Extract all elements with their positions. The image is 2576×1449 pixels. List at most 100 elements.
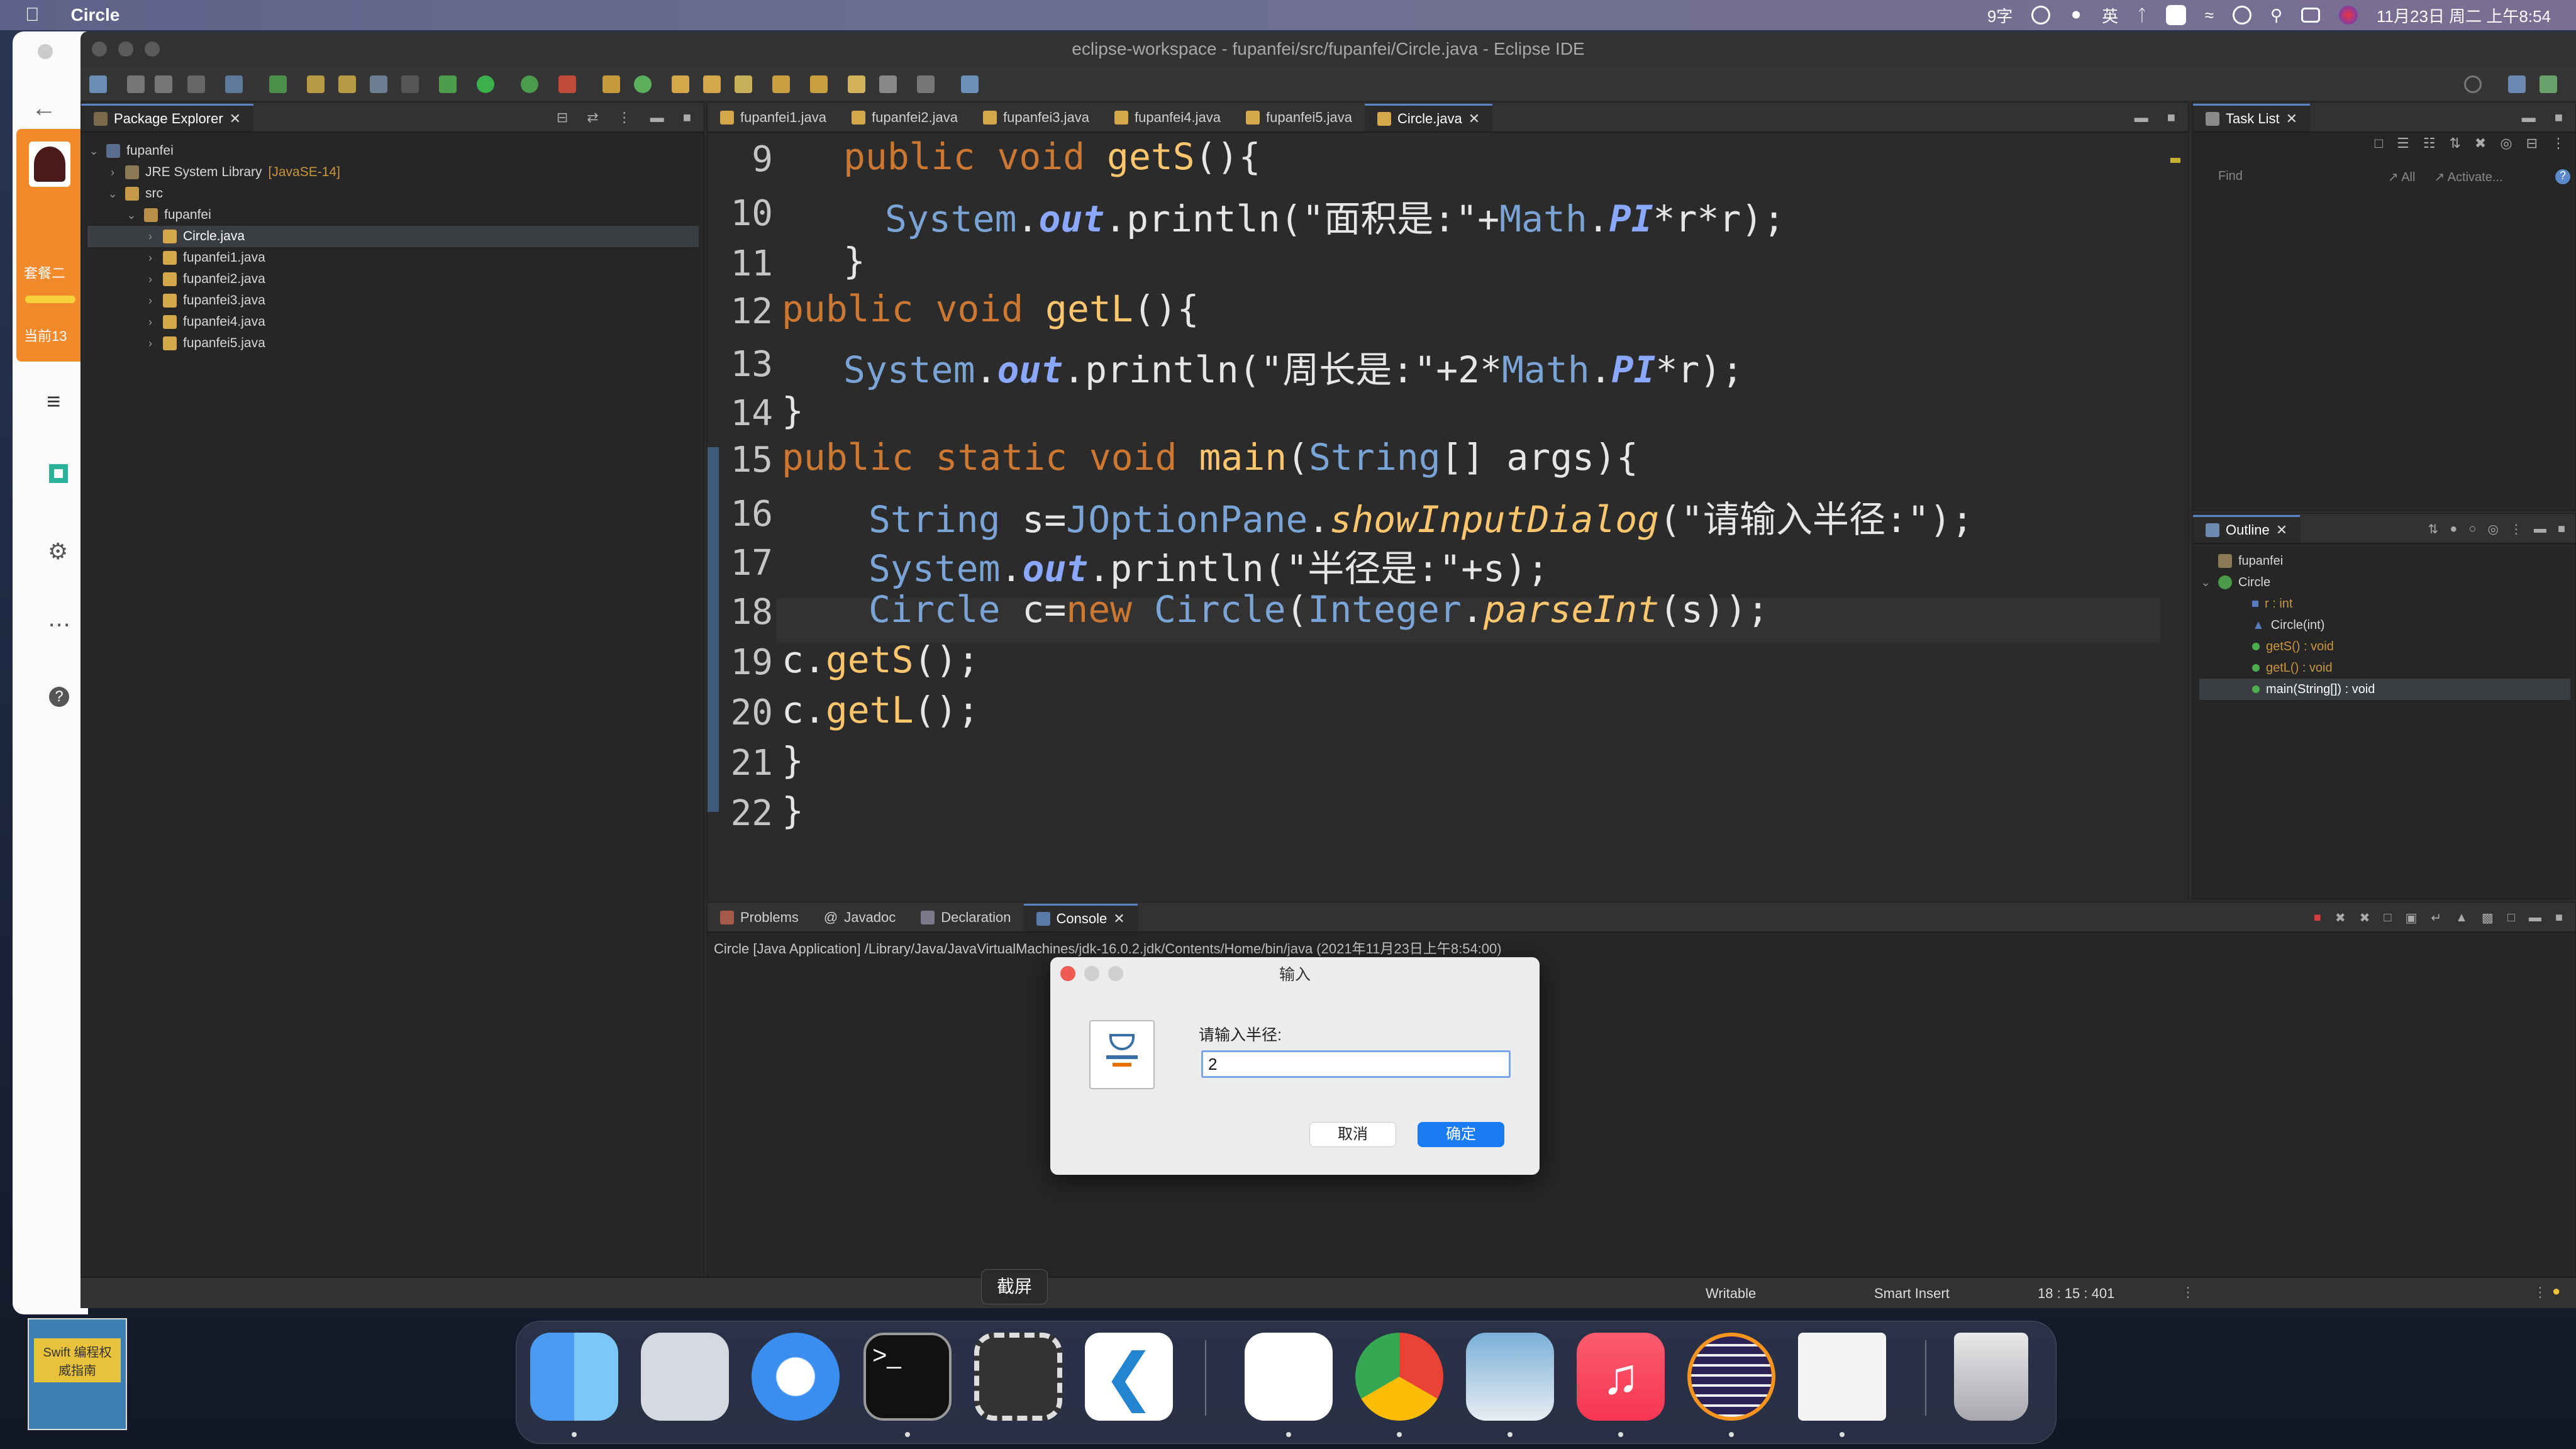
input-status[interactable]: 9字 [1987,4,2012,27]
tencent-meeting-icon[interactable] [1245,1333,1333,1421]
tab-task-list[interactable]: Task List ✕ [2193,104,2311,131]
tab-package-explorer[interactable]: Package Explorer ✕ [81,104,254,131]
vscode-icon[interactable]: ❮ [1085,1333,1173,1421]
chevron-down-icon[interactable]: ⌄ [125,209,138,222]
maximize-view-icon[interactable]: ■ [683,109,691,126]
settings-icon[interactable]: ⚙ [48,538,68,565]
layout-icon[interactable] [370,75,387,93]
trash-icon[interactable] [1954,1333,2028,1421]
chevron-right-icon[interactable]: › [144,316,157,329]
console-output[interactable]: Circle [Java Application] /Library/Java/… [708,933,2575,1276]
tree-file-fupanfei3[interactable]: › fupanfei3.java [87,290,699,311]
maximize-view-icon[interactable]: ■ [2555,911,2563,925]
save-icon[interactable] [127,75,145,93]
debug-run-icon[interactable] [439,75,457,93]
launchpad-icon[interactable] [641,1333,729,1421]
minimize-view-icon[interactable]: ▬ [650,109,664,126]
save-all-icon[interactable] [155,75,172,93]
outline-method-gets[interactable]: getS() : void [2199,636,2570,657]
active-app-name[interactable]: Circle [71,5,120,25]
chevron-right-icon[interactable]: › [144,230,157,243]
view-menu-icon[interactable]: ⋮ [2551,135,2565,160]
tree-src-folder[interactable]: ⌄ src [87,183,699,204]
bluetooth-icon[interactable]: ᛏ [2137,6,2147,25]
close-tab-icon[interactable]: ✕ [1468,111,1480,127]
minimize-view-icon[interactable]: ▬ [2529,911,2541,925]
tab-fupanfei3[interactable]: fupanfei3.java [970,104,1102,131]
debug-icon[interactable] [269,75,287,93]
prev-annotation-icon[interactable] [810,75,828,93]
close-tab-icon[interactable]: ✕ [230,111,241,127]
activate-link[interactable]: ↗ Activate... [2434,169,2502,185]
code-editor[interactable]: 9 10 11 12 13 14 15 16 17 18 19 20 21 22… [708,133,2188,913]
search-toolbar-icon[interactable] [225,75,243,93]
back-icon[interactable] [848,75,865,93]
close-tab-icon[interactable]: ✕ [2286,111,2297,127]
tab-declaration[interactable]: Declaration [908,904,1023,931]
help-icon[interactable]: ? [2555,169,2570,184]
safari-icon[interactable] [752,1333,840,1421]
schedule-icon[interactable]: ☷ [2423,135,2436,160]
terminate-icon[interactable]: ■ [2314,911,2321,925]
eclipse-icon[interactable] [1687,1333,1775,1421]
status-menu-icon[interactable]: ⋮ [2181,1284,2195,1301]
remove-all-icon[interactable]: ✖ [2360,910,2370,926]
tree-jre-library[interactable]: › JRE System Library [JavaSE-14] [87,162,699,183]
microphone-icon[interactable]: ⚫ [2069,6,2083,25]
open-type-icon[interactable] [703,75,721,93]
pin-console-icon[interactable]: ▲ [2455,911,2468,925]
hide-fields-icon[interactable]: ● [2450,522,2457,536]
ok-button[interactable]: 确定 [1418,1122,1504,1147]
view-menu-icon[interactable]: ⋮ [618,109,631,126]
desktop-book-thumbnail[interactable]: Swift 编程权威指南 [28,1318,127,1430]
open-perspective-icon[interactable] [2508,75,2526,93]
new-icon[interactable] [89,75,107,93]
filter-icon[interactable]: ≡ [47,389,60,416]
collapse-all-icon[interactable]: ⊟ [557,109,568,126]
outline-method-getl[interactable]: getL() : void [2199,657,2570,679]
java-perspective-icon[interactable] [2540,75,2557,93]
display-console-icon[interactable]: ▩ [2482,910,2494,926]
input-language[interactable]: 英 [2102,4,2118,27]
tip-bulb-icon[interactable]: ● [2552,1283,2560,1299]
tab-fupanfei5[interactable]: fupanfei5.java [1233,104,1365,131]
radius-input[interactable]: 2 [1201,1050,1511,1078]
new-java-class-icon[interactable] [602,75,620,93]
pin-editor-icon[interactable] [961,75,979,93]
chevron-right-icon[interactable]: › [144,337,157,350]
back-nav-icon[interactable] [879,75,897,93]
pen-icon[interactable] [307,75,325,93]
status-menu-icon[interactable]: ⋮ [2533,1284,2547,1301]
new-task-icon[interactable]: □ [2375,135,2383,160]
cancel-button[interactable]: 取消 [1309,1122,1396,1147]
search-icon[interactable] [2464,75,2482,93]
run-icon[interactable] [477,75,494,93]
collapse-icon[interactable]: ⊟ [2526,135,2538,160]
sync-task-icon[interactable]: ⇅ [2449,135,2460,160]
close-tab-icon[interactable]: ✕ [1113,911,1124,927]
tab-circle[interactable]: Circle.java ✕ [1365,104,1493,131]
sort-icon[interactable]: ⇅ [2428,521,2439,537]
wifi-icon[interactable]: ≈ [2205,6,2214,25]
link-editor-icon[interactable]: ⇄ [587,109,598,126]
chevron-right-icon[interactable]: › [144,252,157,265]
outline-field[interactable]: r : int [2199,593,2570,614]
help-icon[interactable]: ? [49,687,69,707]
outline-class[interactable]: ⌄ Circle [2199,572,2570,593]
control-center-icon[interactable] [2301,8,2321,23]
chevron-right-icon[interactable]: › [144,273,157,286]
chevron-right-icon[interactable]: › [106,166,119,179]
maximize-view-icon[interactable]: ■ [2167,109,2175,126]
tree-file-fupanfei5[interactable]: › fupanfei5.java [87,333,699,354]
tab-fupanfei4[interactable]: fupanfei4.java [1102,104,1233,131]
outline-method-main[interactable]: main(String[]) : void [2199,679,2570,700]
tree-file-fupanfei1[interactable]: › fupanfei1.java [87,247,699,269]
user-icon[interactable] [2232,6,2251,25]
open-console-icon[interactable]: □ [2507,911,2515,925]
forward-nav-icon[interactable] [917,75,935,93]
tree-package[interactable]: ⌄ fupanfei [87,204,699,226]
remove-launch-icon[interactable]: ✖ [2335,910,2346,926]
view-menu-icon[interactable]: ⋮ [2510,521,2523,537]
paragraph-icon[interactable] [401,75,419,93]
word-wrap-icon[interactable]: ↵ [2431,910,2441,926]
